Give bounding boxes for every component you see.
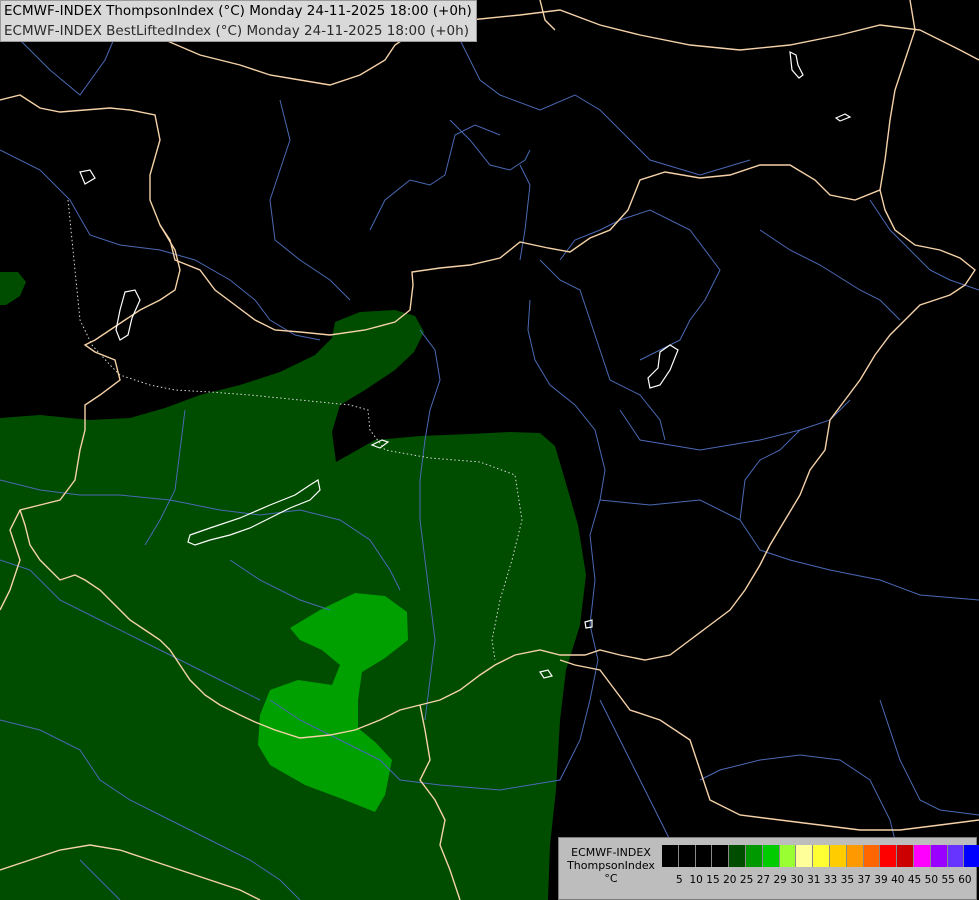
legend-swatch [745, 845, 763, 867]
legend-tick-labels: 5 10 15 20 25 27 29 30 31 33 35 37 39 40 45 50 55 60 [671, 874, 973, 886]
legend-tick: 33 [823, 874, 838, 886]
color-legend: ECMWF-INDEX ThompsonIndex °C 5 10 15 20 25 27… [558, 837, 979, 900]
legend-swatch [662, 845, 679, 867]
legend-tick: 31 [807, 874, 821, 886]
legend-tick: 40 [891, 874, 905, 886]
legend-tick: 55 [941, 874, 955, 886]
legend-swatch [779, 845, 797, 867]
legend-swatch [897, 845, 914, 867]
legend-swatch [964, 845, 979, 867]
legend-tick: 39 [874, 874, 888, 886]
legend-swatch [678, 845, 696, 867]
legend-swatch [762, 845, 780, 867]
legend-color-bar [662, 845, 979, 867]
legend-swatch [695, 845, 713, 867]
weather-map[interactable] [0, 0, 979, 900]
legend-tick: 5 [676, 874, 683, 886]
legend-caption: ECMWF-INDEX ThompsonIndex °C [563, 846, 659, 885]
legend-swatch [880, 845, 898, 867]
legend-tick: 10 [689, 874, 703, 886]
legend-tick: 45 [907, 874, 922, 886]
legend-tick: 30 [790, 874, 804, 886]
legend-swatch [729, 845, 746, 867]
legend-parameter: ThompsonIndex [567, 859, 655, 872]
legend-swatch [947, 845, 965, 867]
legend-tick: 35 [840, 874, 855, 886]
legend-tick: 20 [723, 874, 737, 886]
legend-model: ECMWF-INDEX [571, 846, 651, 859]
legend-tick: 29 [773, 874, 787, 886]
legend-swatch [813, 845, 830, 867]
legend-swatch [930, 845, 948, 867]
legend-tick: 27 [756, 874, 771, 886]
title-thompson-index: ECMWF-INDEX ThompsonIndex (°C) Monday 24… [4, 3, 472, 19]
legend-tick: 15 [706, 874, 720, 886]
legend-tick: 60 [958, 874, 972, 886]
title-best-lifted-index: ECMWF-INDEX BestLiftedIndex (°C) Monday … [4, 23, 469, 39]
map-title: ECMWF-INDEX ThompsonIndex (°C) Monday 24… [0, 0, 477, 42]
legend-unit: °C [604, 872, 618, 885]
legend-tick: 37 [857, 874, 871, 886]
legend-tick: 50 [924, 874, 939, 886]
legend-tick: 25 [739, 874, 754, 886]
legend-swatch [863, 845, 881, 867]
legend-swatch [796, 845, 814, 867]
legend-swatch [913, 845, 931, 867]
legend-swatch [829, 845, 847, 867]
legend-swatch [846, 845, 864, 867]
legend-swatch [712, 845, 730, 867]
